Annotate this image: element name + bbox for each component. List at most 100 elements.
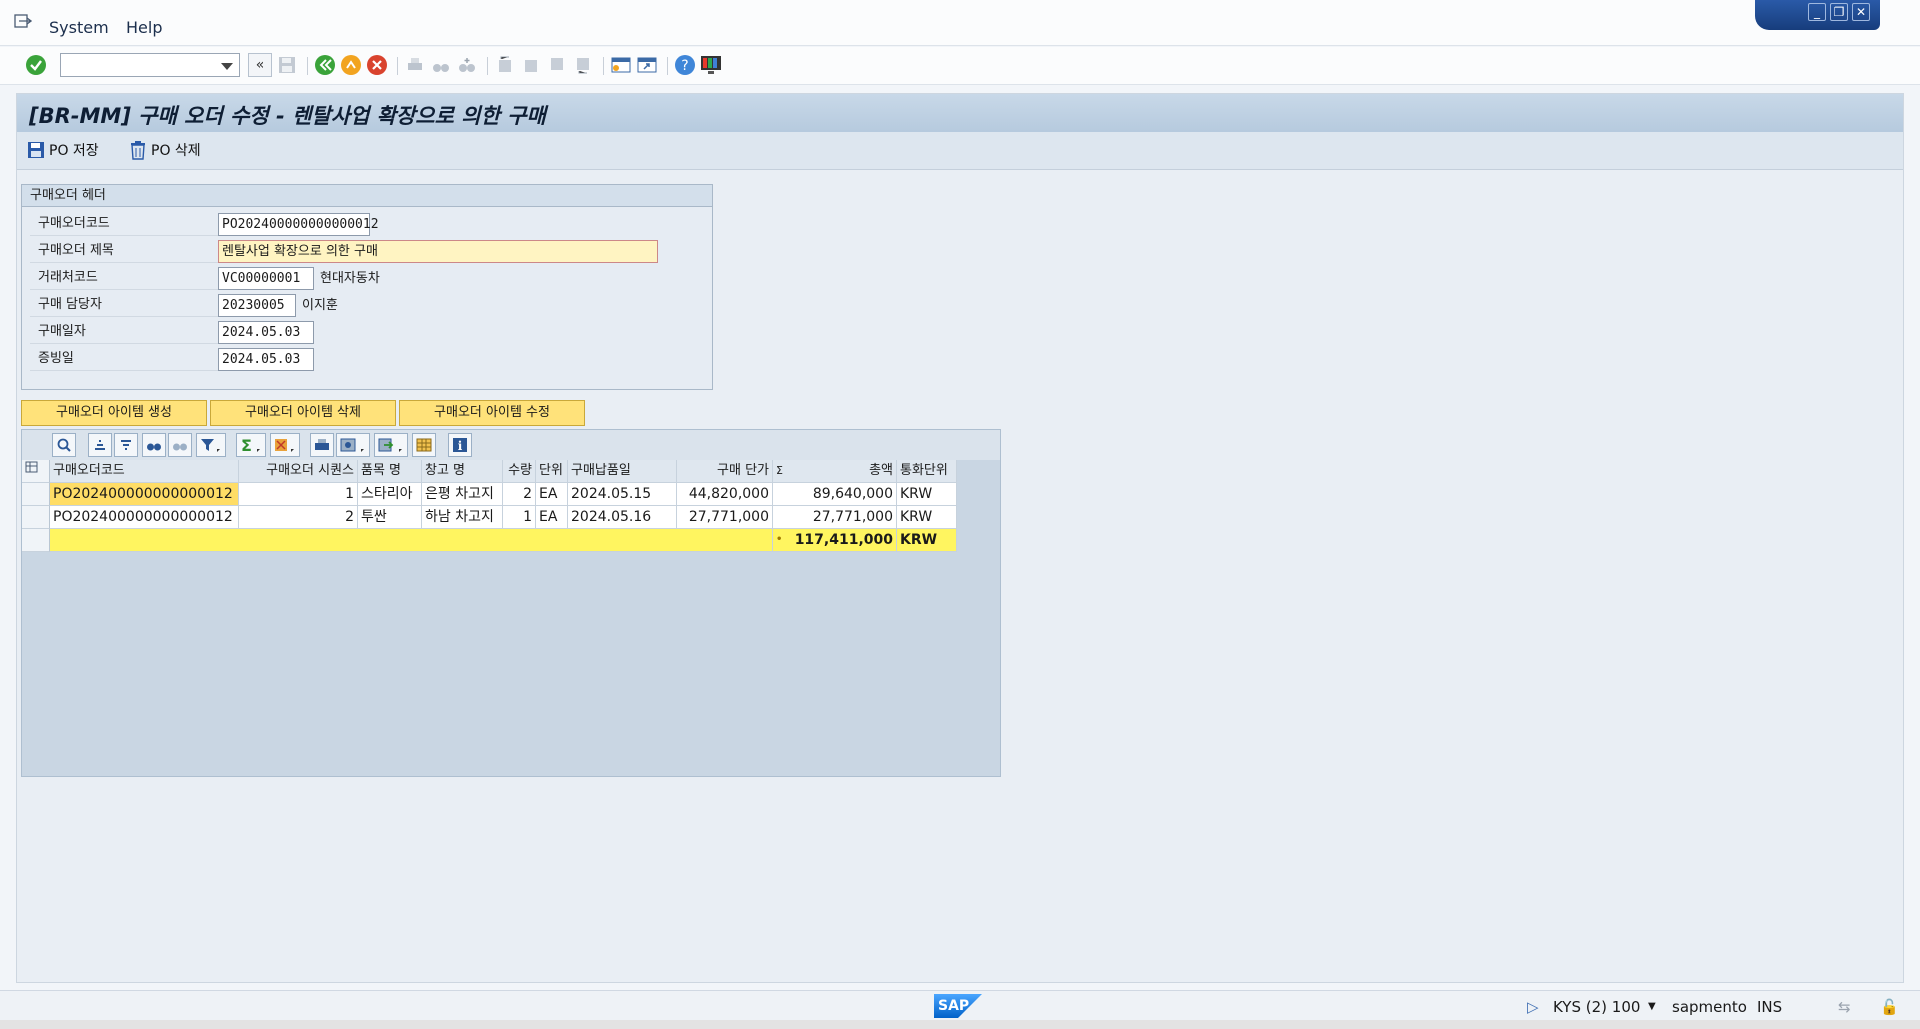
cell-warehouse[interactable]: 하남 차고지	[422, 506, 503, 529]
save-toolbar-button[interactable]	[275, 53, 299, 77]
chevron-down-icon[interactable]	[221, 63, 233, 70]
previous-page-button[interactable]	[519, 53, 543, 77]
po-header-group: 구매오더 헤더 구매오더코드 PO202400000000000012 구매오더…	[21, 184, 713, 390]
po-code-field[interactable]: PO202400000000000012	[218, 213, 379, 236]
buyer-code-field[interactable]: 20230005	[218, 294, 296, 317]
customize-layout-button[interactable]	[699, 53, 723, 77]
create-item-button[interactable]: 구매오더 아이템 생성	[21, 400, 207, 426]
cell-total[interactable]: 89,640,000	[773, 483, 897, 506]
cell-qty[interactable]: 1	[503, 506, 536, 529]
cell-sum-currency[interactable]: KRW	[897, 529, 957, 552]
cell-sum-total[interactable]: • 117,411,000	[773, 529, 897, 552]
col-header-price[interactable]: 구매 단가	[677, 460, 773, 483]
cell-qty[interactable]: 2	[503, 483, 536, 506]
cell-price[interactable]: 44,820,000	[677, 483, 773, 506]
lock-icon[interactable]: 🔓	[1880, 998, 1899, 1016]
po-header-legend: 구매오더 헤더	[22, 185, 712, 207]
minimize-button[interactable]: _	[1808, 3, 1826, 21]
cell-unit[interactable]: EA	[536, 506, 568, 529]
session-dropdown-icon[interactable]: ▼	[1648, 1001, 1656, 1012]
printer-icon	[315, 439, 329, 450]
status-layout-icon[interactable]: ⇆	[1838, 998, 1851, 1016]
new-session-button[interactable]	[609, 53, 633, 77]
print-preview-button[interactable]	[310, 433, 334, 457]
col-header-code[interactable]: 구매오더코드	[50, 460, 239, 483]
sort-ascending-button[interactable]	[88, 433, 112, 457]
table-row[interactable]: PO202400000000000012 2 투싼 하남 차고지 1 EA 20…	[22, 506, 957, 529]
cell-item[interactable]: 스타리아	[358, 483, 422, 506]
col-header-item[interactable]: 품목 명	[358, 460, 422, 483]
cell-unit[interactable]: EA	[536, 483, 568, 506]
sort-descending-button[interactable]	[114, 433, 138, 457]
help-button[interactable]: ?	[673, 53, 697, 77]
select-all-cell[interactable]	[22, 460, 50, 483]
col-header-unit[interactable]: 단위	[536, 460, 568, 483]
taskbar-strip	[0, 1020, 1920, 1029]
cell-total[interactable]: 27,771,000	[773, 506, 897, 529]
export-button[interactable]	[374, 433, 408, 457]
exit-button[interactable]	[339, 53, 363, 77]
cell-warehouse[interactable]: 은평 차고지	[422, 483, 503, 506]
cell-currency[interactable]: KRW	[897, 506, 957, 529]
row-selector[interactable]	[22, 483, 50, 506]
po-title-field[interactable]: 렌탈사업 확장으로 의한 구매	[218, 240, 658, 263]
menu-toggle-icon[interactable]	[14, 14, 32, 30]
printer-icon	[408, 58, 422, 70]
views-button[interactable]	[336, 433, 370, 457]
command-field[interactable]	[60, 53, 240, 77]
col-header-total[interactable]: Σ 총액	[773, 460, 897, 483]
session-info[interactable]: KYS (2) 100	[1553, 998, 1640, 1016]
po-date-field[interactable]: 2024.05.03	[218, 321, 314, 344]
find-grid-button[interactable]	[142, 433, 166, 457]
cell-price[interactable]: 27,771,000	[677, 506, 773, 529]
first-page-button[interactable]	[493, 53, 517, 77]
table-row[interactable]: PO202400000000000012 1 스타리아 은평 차고지 2 EA …	[22, 483, 957, 506]
vendor-code-field[interactable]: VC00000001	[218, 267, 314, 290]
close-window-button[interactable]: ✕	[1852, 3, 1870, 21]
find-button[interactable]	[429, 53, 453, 77]
collapse-button[interactable]: «	[248, 53, 272, 77]
doc-date-field[interactable]: 2024.05.03	[218, 348, 314, 371]
po-save-button[interactable]: PO 저장	[27, 140, 99, 160]
col-header-sequence[interactable]: 구매오더 시퀀스	[239, 460, 358, 483]
status-expand-icon[interactable]: ▷	[1527, 998, 1539, 1016]
cell-sequence[interactable]: 1	[239, 483, 358, 506]
back-button[interactable]	[313, 53, 337, 77]
col-header-delivery[interactable]: 구매납품일	[568, 460, 677, 483]
layout-button[interactable]	[412, 433, 436, 457]
cell-currency[interactable]: KRW	[897, 483, 957, 506]
cell-code[interactable]: PO202400000000000012	[50, 483, 239, 506]
print-button[interactable]	[403, 53, 427, 77]
menu-system[interactable]: System	[49, 18, 109, 37]
find-next-button[interactable]	[455, 53, 479, 77]
vendor-row: 거래처코드 VC00000001 현대자동차	[30, 265, 700, 291]
insert-mode[interactable]: INS	[1757, 998, 1782, 1016]
po-delete-button[interactable]: PO 삭제	[129, 140, 201, 160]
row-selector[interactable]	[22, 506, 50, 529]
cell-code[interactable]: PO202400000000000012	[50, 506, 239, 529]
col-header-currency[interactable]: 통화단위	[897, 460, 957, 483]
cell-sequence[interactable]: 2	[239, 506, 358, 529]
shortcut-button[interactable]	[635, 53, 659, 77]
last-page-button[interactable]	[571, 53, 595, 77]
cell-delivery[interactable]: 2024.05.16	[568, 506, 677, 529]
subtotal-button[interactable]	[270, 433, 300, 457]
col-header-qty[interactable]: 수량	[503, 460, 536, 483]
col-header-warehouse[interactable]: 창고 명	[422, 460, 503, 483]
filter-button[interactable]	[196, 433, 226, 457]
cell-item[interactable]: 투싼	[358, 506, 422, 529]
menu-help[interactable]: Help	[126, 18, 162, 37]
sum-total-value: 117,411,000	[794, 532, 893, 548]
cell-delivery[interactable]: 2024.05.15	[568, 483, 677, 506]
next-page-button[interactable]	[545, 53, 569, 77]
details-button[interactable]	[52, 433, 76, 457]
restore-button[interactable]: ❐	[1830, 3, 1848, 21]
sum-button[interactable]: Σ	[236, 433, 266, 457]
row-selector[interactable]	[22, 529, 50, 552]
find-next-grid-button[interactable]	[168, 433, 192, 457]
edit-item-button[interactable]: 구매오더 아이템 수정	[399, 400, 585, 426]
enter-button[interactable]	[24, 53, 48, 77]
delete-item-button[interactable]: 구매오더 아이템 삭제	[210, 400, 396, 426]
info-button[interactable]: i	[448, 433, 472, 457]
cancel-button[interactable]	[365, 53, 389, 77]
